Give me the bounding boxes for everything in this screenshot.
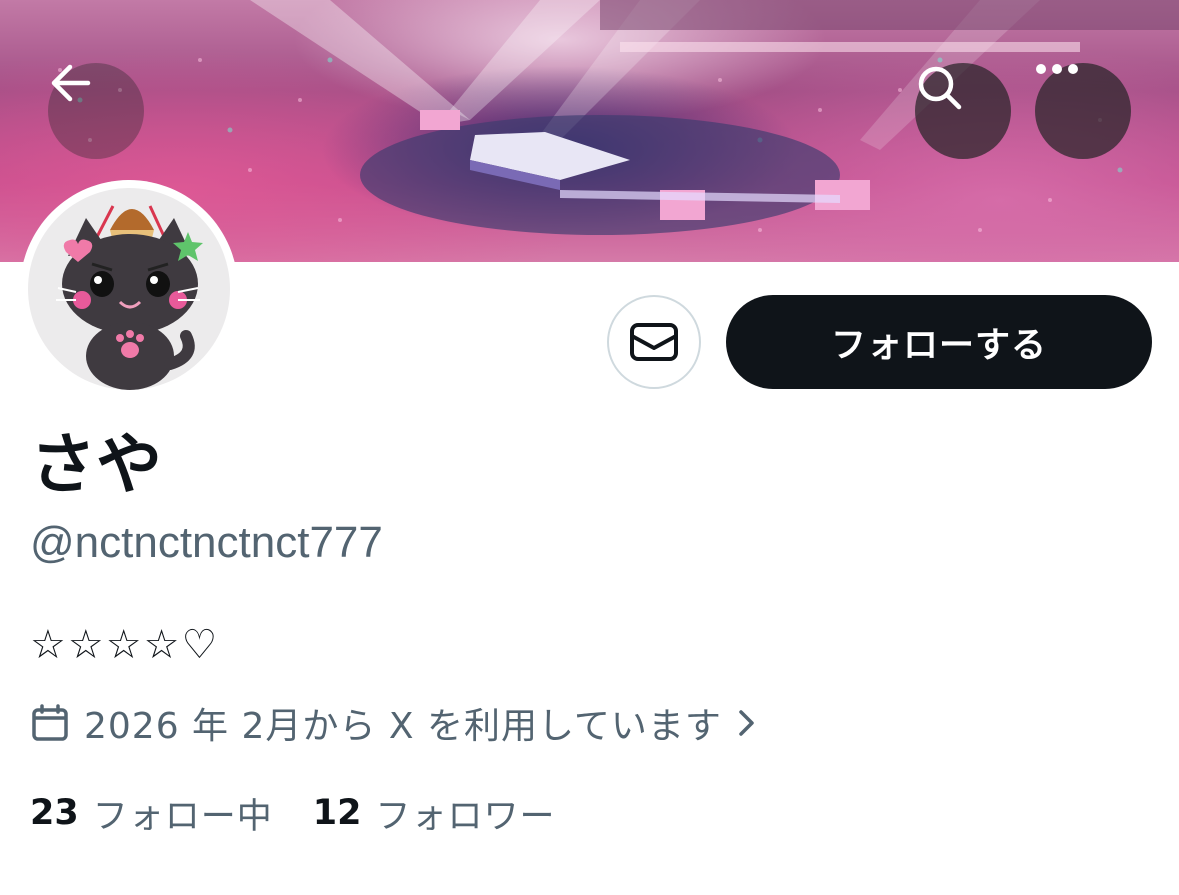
calendar-icon bbox=[32, 704, 68, 741]
more-button[interactable] bbox=[1035, 63, 1131, 159]
following-stat[interactable]: 23 フォロー中 bbox=[30, 788, 273, 839]
profile-page: フォローする さや @nctnctnctnct777 ☆☆☆☆♡ 2026 年 … bbox=[0, 0, 1179, 895]
followers-stat[interactable]: 12 フォロワー bbox=[313, 788, 556, 839]
following-label: フォロー中 bbox=[92, 796, 273, 837]
joined-date-text: 2026 年 2月から X を利用しています bbox=[84, 706, 722, 747]
user-handle: @nctnctnctnct777 bbox=[30, 518, 383, 567]
display-name: さや bbox=[30, 426, 162, 503]
joined-date-row[interactable]: 2026 年 2月から X を利用しています bbox=[30, 696, 758, 750]
follow-button[interactable]: フォローする bbox=[726, 295, 1152, 389]
black-cat-character-icon bbox=[56, 205, 203, 390]
envelope-icon bbox=[630, 323, 678, 361]
followers-label: フォロワー bbox=[375, 796, 556, 837]
message-button[interactable] bbox=[607, 295, 701, 389]
more-horizontal-icon bbox=[1036, 64, 1078, 74]
followers-count: 12 bbox=[312, 793, 362, 833]
follow-stats: 23 フォロー中 12 フォロワー bbox=[30, 786, 595, 840]
arrow-left-icon bbox=[51, 64, 91, 102]
following-count: 23 bbox=[30, 793, 79, 833]
profile-bio: ☆☆☆☆♡ bbox=[30, 622, 220, 668]
avatar-image bbox=[28, 188, 230, 390]
chevron-right-icon bbox=[739, 710, 754, 736]
search-icon bbox=[918, 66, 962, 110]
search-button[interactable] bbox=[915, 63, 1011, 159]
avatar[interactable] bbox=[20, 180, 238, 398]
back-button[interactable] bbox=[48, 63, 144, 159]
